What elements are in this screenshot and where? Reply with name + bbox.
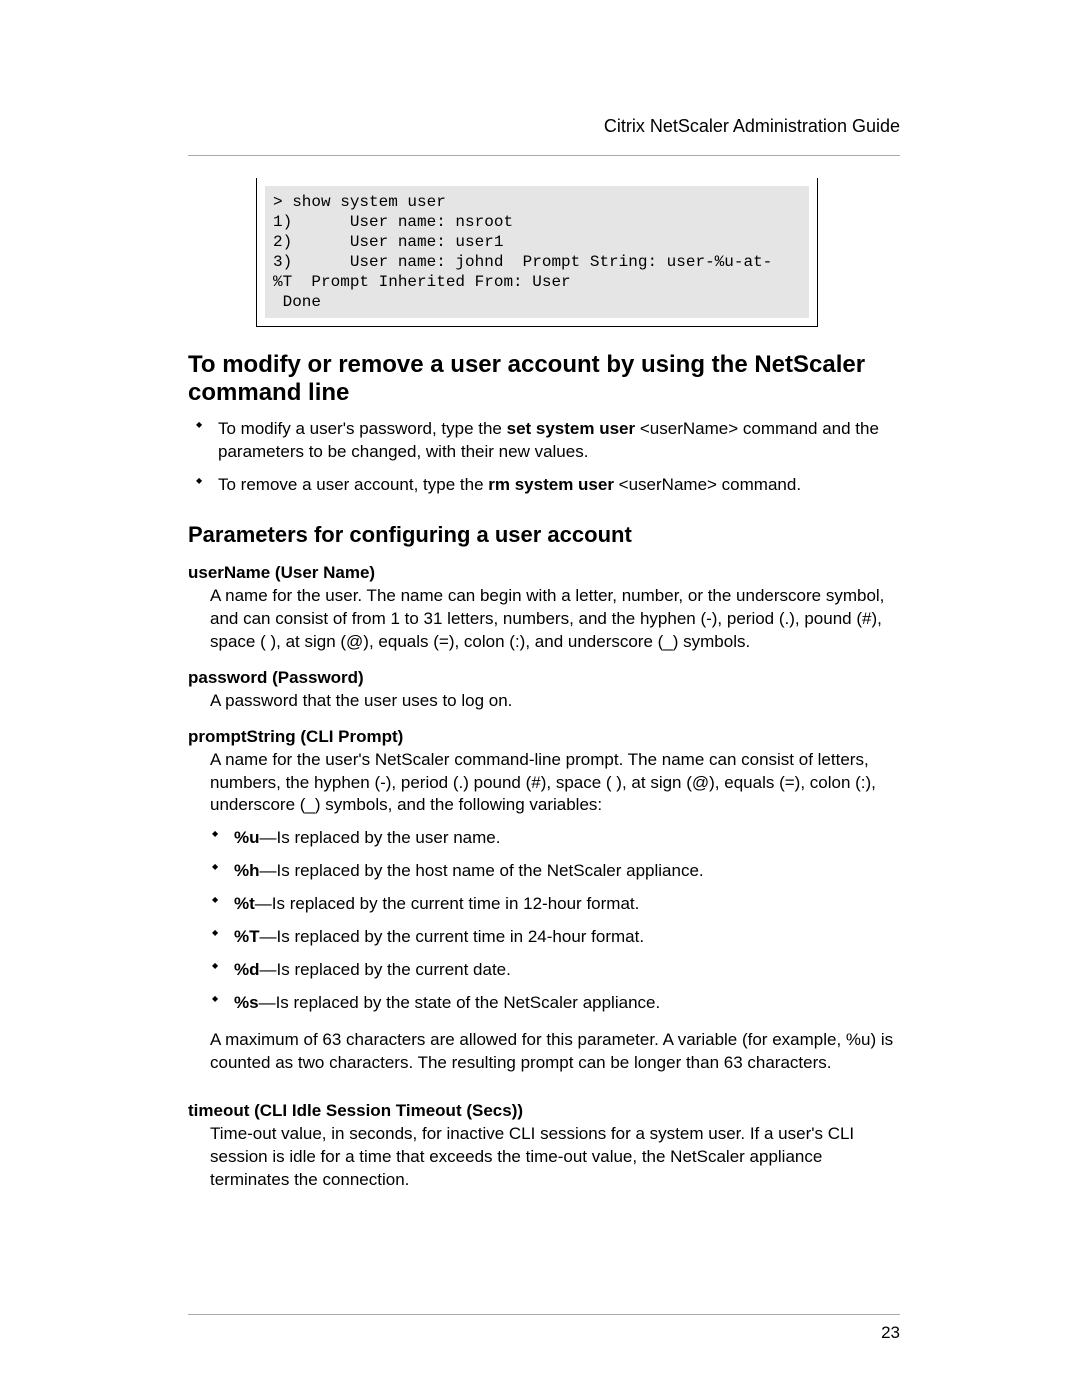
list-item-post: <userName> command.: [614, 475, 801, 494]
param-term-timeout: timeout (CLI Idle Session Timeout (Secs)…: [188, 1101, 900, 1121]
inline-command: rm system user: [488, 475, 614, 494]
list-item: %s—Is replaced by the state of the NetSc…: [210, 992, 900, 1015]
var-code: %T: [234, 927, 260, 946]
code-block: > show system user 1) User name: nsroot …: [265, 186, 809, 318]
var-text: —Is replaced by the state of the NetScal…: [259, 993, 661, 1012]
list-item: To modify a user's password, type the se…: [194, 418, 900, 464]
section-heading-modify-remove: To modify or remove a user account by us…: [188, 351, 900, 408]
var-text: —Is replaced by the current time in 24-h…: [260, 927, 645, 946]
list-item-pre: To remove a user account, type the: [218, 475, 488, 494]
param-term-password: password (Password): [188, 668, 900, 688]
var-code: %h: [234, 861, 260, 880]
param-desc-username: A name for the user. The name can begin …: [210, 585, 900, 654]
var-text: —Is replaced by the host name of the Net…: [260, 861, 704, 880]
var-code: %d: [234, 960, 260, 979]
var-code: %s: [234, 993, 259, 1012]
bullet-list-variables: %u—Is replaced by the user name. %h—Is r…: [210, 827, 900, 1015]
code-frame: > show system user 1) User name: nsroot …: [256, 178, 818, 327]
param-note-promptstring: A maximum of 63 characters are allowed f…: [210, 1029, 900, 1075]
header-divider: [188, 155, 900, 156]
list-item: %h—Is replaced by the host name of the N…: [210, 860, 900, 883]
footer-divider: [188, 1314, 900, 1315]
page-header-title: Citrix NetScaler Administration Guide: [188, 116, 900, 149]
param-term-promptstring: promptString (CLI Prompt): [188, 727, 900, 747]
section-heading-parameters: Parameters for configuring a user accoun…: [188, 522, 900, 548]
list-item: %T—Is replaced by the current time in 24…: [210, 926, 900, 949]
var-text: —Is replaced by the current time in 12-h…: [255, 894, 640, 913]
var-text: —Is replaced by the user name.: [260, 828, 501, 847]
code-block-wrapper: > show system user 1) User name: nsroot …: [256, 178, 900, 327]
list-item: %u—Is replaced by the user name.: [210, 827, 900, 850]
var-code: %u: [234, 828, 260, 847]
param-desc-password: A password that the user uses to log on.: [210, 690, 900, 713]
param-desc-promptstring: A name for the user's NetScaler command-…: [210, 749, 900, 818]
page-number: 23: [881, 1323, 900, 1343]
param-term-username: userName (User Name): [188, 563, 900, 583]
param-desc-timeout: Time-out value, in seconds, for inactive…: [210, 1123, 900, 1192]
var-text: —Is replaced by the current date.: [260, 960, 511, 979]
inline-command: set system user: [507, 419, 636, 438]
page: Citrix NetScaler Administration Guide > …: [0, 0, 1080, 1397]
list-item: To remove a user account, type the rm sy…: [194, 474, 900, 497]
var-code: %t: [234, 894, 255, 913]
bullet-list-modify-remove: To modify a user's password, type the se…: [194, 418, 900, 497]
list-item: %d—Is replaced by the current date.: [210, 959, 900, 982]
list-item-pre: To modify a user's password, type the: [218, 419, 507, 438]
list-item: %t—Is replaced by the current time in 12…: [210, 893, 900, 916]
